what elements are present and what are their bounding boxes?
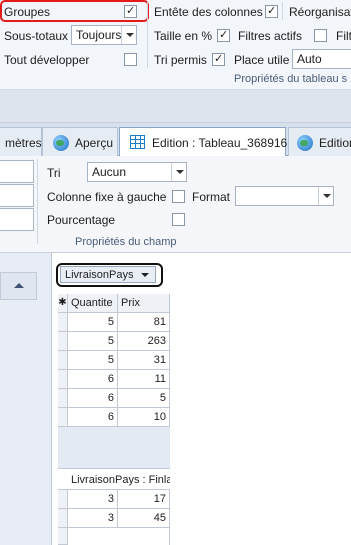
row-marker [58,351,68,370]
table-cell[interactable]: 31 [118,351,170,370]
tab-label: mètres [5,136,42,150]
tab-apercu[interactable]: Aperçu [42,127,118,156]
table-cell[interactable]: 6 [68,408,118,427]
row-marker [58,332,68,351]
tab-label: Edition : Tableau_368916 [152,136,288,150]
column-header[interactable]: Prix [118,294,170,313]
sous-totaux-dropdown[interactable]: Toujours [71,25,137,45]
row-marker [58,313,68,332]
table-cell[interactable]: 5 [68,332,118,351]
tab-bar: mètres Aperçu Edition : Tableau_368916 E… [0,123,351,157]
field-button-livraisonpays[interactable]: LivraisonPays [60,266,156,283]
toolbar-band [0,90,351,123]
filtres-actifs-checkbox[interactable] [314,29,327,42]
left-input[interactable] [0,208,34,231]
tab-label: Edition [319,136,351,150]
sous-totaux-value: Toujours [76,28,122,42]
chevron-down-icon [171,163,186,181]
table-cell[interactable]: 45 [118,509,170,528]
chevron-down-icon [318,187,333,205]
group-header[interactable]: LivraisonPays : Finla [58,469,170,490]
table-cell[interactable]: 6 [68,370,118,389]
table-cell[interactable]: 6 [68,389,118,408]
taille-pct-checkbox[interactable] [217,28,230,42]
table-row [68,528,170,545]
table-cell[interactable]: 17 [118,490,170,509]
filtres-actifs-label: Filtres actifs [238,29,303,43]
entete-colonnes-label: Entête des colonnes [154,5,263,19]
table-cell[interactable]: 81 [118,313,170,332]
tri-label: Tri [47,166,61,180]
tout-developper-checkbox[interactable] [124,53,137,66]
tri-value: Aucun [92,165,127,179]
tab-edition-tableau[interactable]: Edition : Tableau_368916 [119,127,288,157]
left-input[interactable] [0,160,34,183]
table-cell[interactable]: 3 [68,509,118,528]
colonne-fixe-checkbox[interactable] [172,190,185,203]
tri-permis-checkbox[interactable] [212,52,225,66]
annotation-red-box [0,0,149,22]
taille-pct-label: Taille en % [154,29,213,43]
globe-icon [297,135,313,151]
row-marker [58,370,68,389]
pourcentage-label: Pourcentage [47,213,116,227]
place-utile-input[interactable]: Auto [292,49,351,69]
tout-developper-label: Tout développer [4,53,90,67]
table-cell[interactable]: 5 [118,389,170,408]
table-cell[interactable]: 263 [118,332,170,351]
format-label: Format [192,190,231,204]
table-cell[interactable]: 5 [68,351,118,370]
pourcentage-checkbox[interactable] [172,213,185,226]
row-marker [58,528,68,545]
row-marker: ✱ [58,294,68,313]
left-input[interactable] [0,184,34,207]
divider [147,2,148,68]
place-utile-label: Place utile [234,53,290,67]
column-header[interactable]: Quantite [68,294,118,313]
colonne-fixe-label: Colonne fixe à gauche [47,190,167,204]
divider [282,2,283,20]
reorganisation-label: Réorganisati [289,5,351,19]
tab-label: Aperçu [75,136,114,150]
entete-colonnes-checkbox[interactable] [265,4,278,18]
group-spacer [58,427,170,469]
field-properties-panel: Tri Aucun Colonne fixe à gauche Format P… [0,156,351,253]
ribbon: Groupes Sous-totaux Toujours Tout dévelo… [0,0,351,90]
table-cell[interactable]: 3 [68,490,118,509]
globe-icon [53,135,69,151]
field-button-label: LivraisonPays [65,269,134,281]
chevron-down-icon [121,26,136,44]
collapse-button[interactable] [0,272,37,300]
sous-totaux-label: Sous-totaux [4,29,69,43]
tri-permis-label: Tri permis [154,53,207,67]
table-cell[interactable]: 5 [68,313,118,332]
row-marker [58,490,68,509]
place-utile-value: Auto [297,52,322,66]
tab-parametres[interactable]: mètres [0,127,42,156]
filtr-label: Filtr [336,29,351,43]
table-cell[interactable]: 11 [118,370,170,389]
pivot-area [0,253,351,545]
row-marker [58,389,68,408]
divider [37,159,38,244]
section-caption: Propriétés du tableau s [234,73,348,85]
table-cell[interactable]: 10 [118,408,170,427]
row-marker [58,509,68,528]
chevron-down-icon [141,273,149,277]
tri-dropdown[interactable]: Aucun [87,162,187,182]
format-dropdown[interactable] [235,186,334,206]
tab-edition[interactable]: Edition [288,127,351,156]
row-marker [58,408,68,427]
section-caption: Propriétés du champ [75,236,177,248]
table-icon [130,135,145,149]
